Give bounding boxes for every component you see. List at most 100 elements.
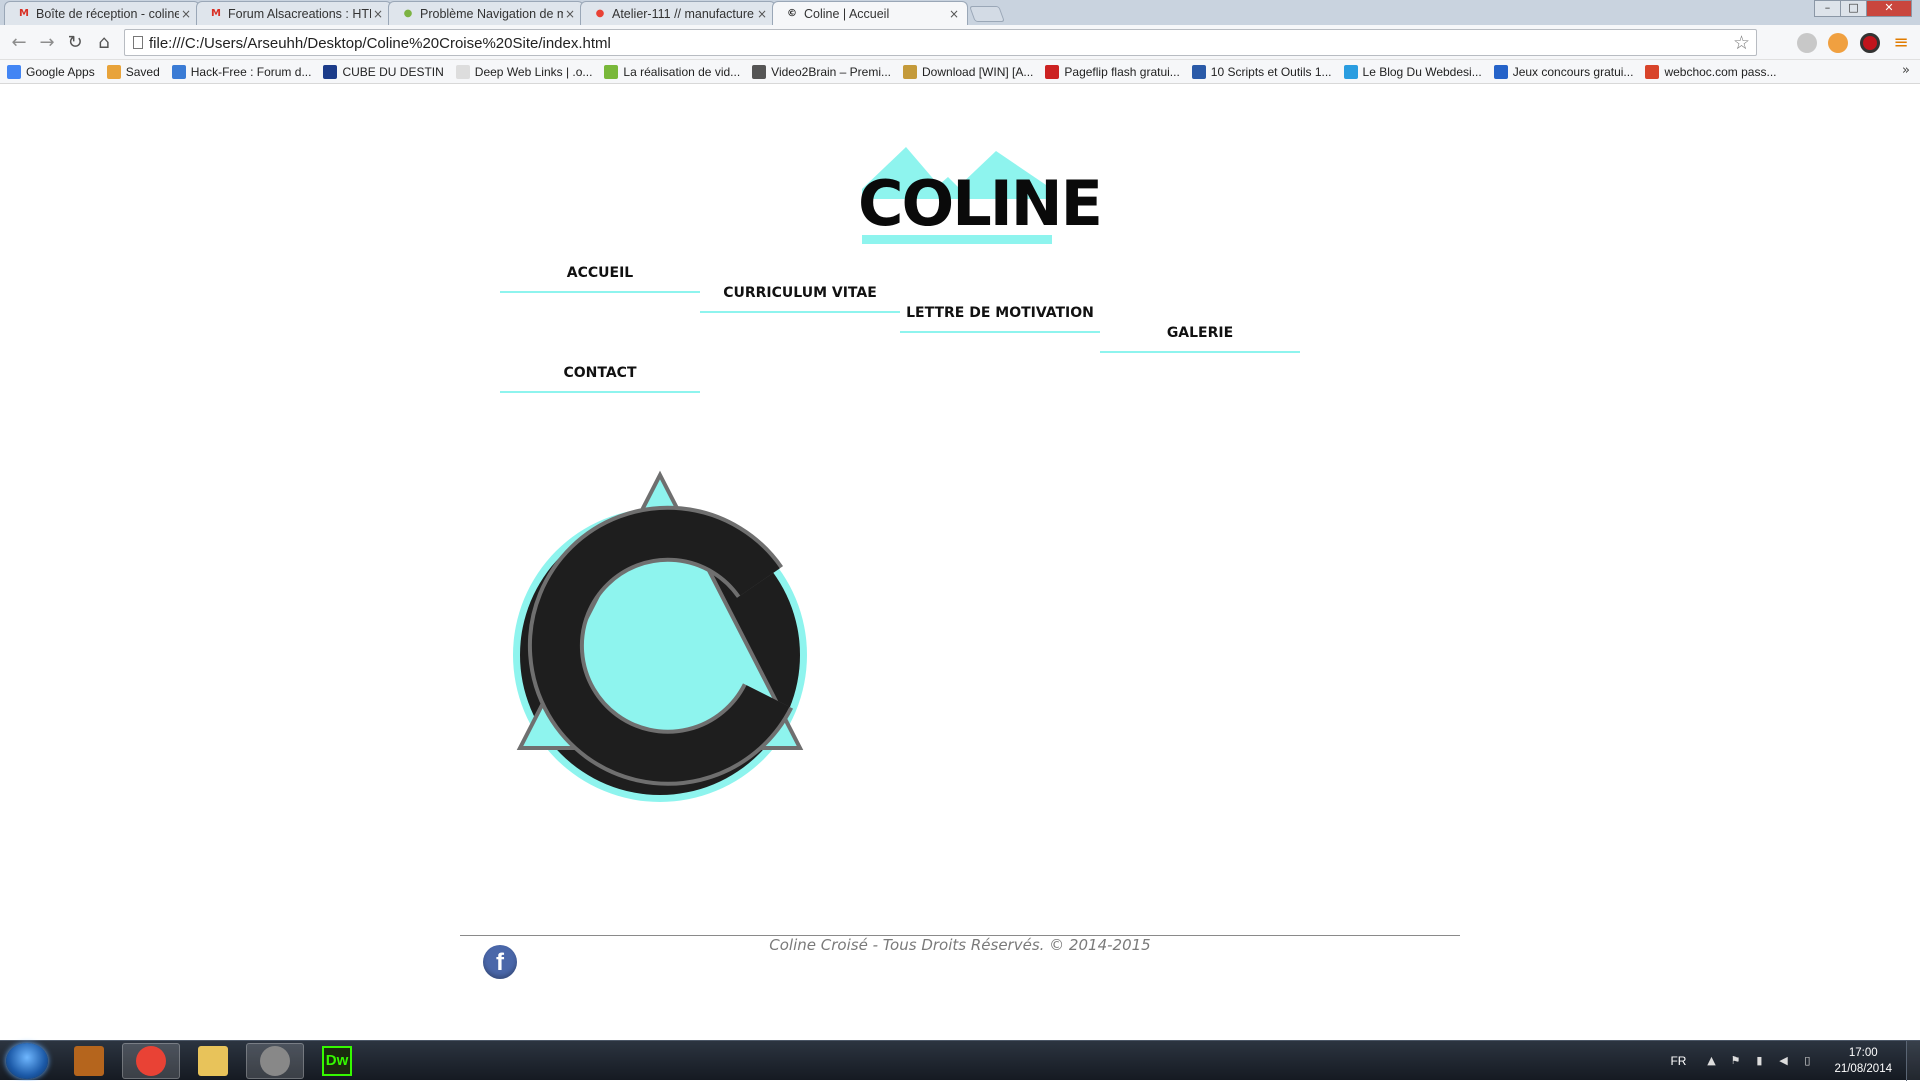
bookmark-item[interactable]: Saved — [106, 64, 160, 79]
show-desktop-button[interactable] — [1906, 1041, 1920, 1081]
facebook-icon[interactable]: f — [483, 945, 517, 979]
bookmark-item[interactable]: Deep Web Links | .o... — [455, 64, 593, 79]
address-bar[interactable]: ☆ — [124, 29, 1757, 56]
bookmark-item[interactable]: Video2Brain – Premi... — [752, 64, 892, 79]
home-button[interactable]: ⌂ — [93, 33, 115, 53]
window-controls: – □ ✕ — [1814, 0, 1912, 17]
tab-2[interactable]: ● Problème Navigation de menu× — [388, 1, 584, 25]
tab-strip: M Boîte de réception - coline × M Forum Alsa… — [0, 0, 1920, 25]
system-tray: FR ▲ ⚑ ▮ ◀ ▯ 17:00 21/08/2014 — [1670, 1041, 1920, 1081]
bookmark-item[interactable]: CUBE DU DESTIN — [323, 64, 444, 79]
tab-0[interactable]: M Boîte de réception - coline × — [4, 1, 200, 25]
record-icon[interactable] — [1860, 33, 1880, 53]
bookmark-item[interactable]: Google Apps — [7, 64, 95, 79]
forward-button[interactable]: → — [36, 33, 58, 53]
bookmark-item[interactable]: webchoc.com pass... — [1645, 64, 1777, 79]
bookmarks-bar: Google Apps Saved Hack-Free : Forum d... CU… — [0, 60, 1920, 84]
coline-icon: © — [787, 8, 797, 19]
clock[interactable]: 17:00 21/08/2014 — [1834, 1045, 1892, 1077]
close-tab-icon[interactable]: × — [563, 7, 577, 21]
tab-1[interactable]: M Forum Alsacreations : HTML × — [196, 1, 392, 25]
site-logo[interactable]: COLINE — [858, 173, 1103, 235]
reload-button[interactable]: ↻ — [64, 33, 86, 53]
tab-4[interactable]: © Coline | Accueil × — [772, 1, 968, 25]
bookmark-label: La réalisation de vid... — [623, 64, 741, 79]
script-icon — [1191, 64, 1206, 79]
bookmark-item[interactable]: Jeux concours gratui... — [1493, 64, 1634, 79]
media-icon — [260, 1046, 290, 1076]
hackfree-icon — [171, 64, 186, 79]
url-input[interactable] — [149, 33, 1709, 53]
bookmark-label: Deep Web Links | .o... — [474, 64, 593, 79]
cube-icon — [323, 64, 338, 79]
clock-time: 17:00 — [1848, 1047, 1878, 1059]
bookmark-label: Pageflip flash gratui... — [1064, 64, 1180, 79]
folder-icon — [198, 1046, 228, 1076]
network-icon[interactable]: ▮ — [1752, 1054, 1766, 1068]
chrome-icon — [136, 1046, 166, 1076]
back-button[interactable]: ← — [8, 33, 30, 53]
bookmark-item[interactable]: 10 Scripts et Outils 1... — [1191, 64, 1332, 79]
shield-icon — [903, 64, 918, 79]
tab-title: Problème Navigation de menu — [420, 6, 563, 21]
tray-expand-icon[interactable]: ▲ — [1704, 1054, 1718, 1068]
nav-lettre-de-motivation[interactable]: LETTRE DE MOTIVATION — [900, 305, 1100, 333]
menu-icon[interactable]: ≡ — [1890, 33, 1912, 53]
taskbar-app-explorer[interactable] — [184, 1043, 242, 1079]
footer-copyright: Coline Croisé - Tous Droits Réservés. © … — [769, 936, 1151, 954]
clock-date: 21/08/2014 — [1834, 1063, 1892, 1075]
tab-title: Boîte de réception - coline — [36, 6, 179, 21]
bookmark-item[interactable]: Download [WIN] [A... — [903, 64, 1033, 79]
rss-icon[interactable] — [1828, 33, 1848, 53]
page-content: COLINE ACCUEIL CURRICULUM VITAE LETTRE D… — [0, 85, 1920, 1040]
bookmark-label: Video2Brain – Premi... — [771, 64, 892, 79]
page-icon — [133, 36, 143, 49]
close-tab-icon[interactable]: × — [755, 7, 769, 21]
tab-title: Coline | Accueil — [804, 6, 890, 21]
bookmark-label: 10 Scripts et Outils 1... — [1210, 64, 1332, 79]
bookmark-label: Le Blog Du Webdesi... — [1362, 64, 1482, 79]
nav-galerie[interactable]: GALERIE — [1100, 325, 1300, 353]
bookmark-item[interactable]: La réalisation de vid... — [604, 64, 741, 79]
bookmark-item[interactable]: Hack-Free : Forum d... — [171, 64, 311, 79]
taskbar-app-media[interactable] — [246, 1043, 304, 1079]
bookmark-label: Jeux concours gratui... — [1512, 64, 1634, 79]
taskbar-app-chrome[interactable] — [122, 1043, 180, 1079]
browser-toolbar: ← → ↻ ⌂ ☆ ≡ — [0, 25, 1920, 60]
close-tab-icon[interactable]: × — [179, 7, 193, 21]
chrome-icon: ● — [595, 8, 605, 19]
tab-3[interactable]: ● Atelier-111 // manufacture × — [580, 1, 776, 25]
close-tab-icon[interactable]: × — [371, 7, 385, 21]
new-tab-button[interactable] — [969, 6, 1005, 22]
game-icon — [74, 1046, 104, 1076]
close-window-button[interactable]: ✕ — [1866, 0, 1912, 17]
start-button[interactable] — [6, 1043, 48, 1079]
close-tab-icon[interactable]: × — [947, 7, 961, 21]
volume-icon[interactable]: ◀ — [1776, 1054, 1790, 1068]
minimize-button[interactable]: – — [1814, 0, 1841, 17]
nav-contact[interactable]: CONTACT — [500, 365, 700, 393]
taskbar-app-dreamweaver[interactable]: Dw — [308, 1043, 366, 1079]
more-bookmarks-icon[interactable]: » — [1902, 63, 1910, 78]
pf-icon — [1045, 64, 1060, 79]
bookmark-item[interactable]: Le Blog Du Webdesi... — [1343, 64, 1482, 79]
maximize-button[interactable]: □ — [1840, 0, 1867, 17]
bookmark-star-icon[interactable]: ☆ — [1733, 32, 1750, 54]
tab-title: Atelier-111 // manufacture — [612, 6, 754, 21]
nav-curriculum-vitae[interactable]: CURRICULUM VITAE — [700, 285, 900, 313]
power-icon[interactable]: ▯ — [1800, 1054, 1814, 1068]
tab-title: Forum Alsacreations : HTML — [228, 6, 371, 21]
taskbar-app-game[interactable] — [60, 1043, 118, 1079]
video-icon — [604, 64, 619, 79]
blog-icon — [1343, 64, 1358, 79]
page-icon — [455, 64, 470, 79]
bookmark-label: CUBE DU DESTIN — [342, 64, 444, 79]
action-center-icon[interactable]: ⚑ — [1728, 1054, 1742, 1068]
language-indicator[interactable]: FR — [1670, 1054, 1686, 1068]
extension-icon[interactable] — [1797, 33, 1817, 53]
nav-accueil[interactable]: ACCUEIL — [500, 265, 700, 293]
jeux-icon — [1493, 64, 1508, 79]
bookmark-item[interactable]: Pageflip flash gratui... — [1045, 64, 1180, 79]
dreamweaver-icon: Dw — [322, 1046, 352, 1076]
bookmark-label: Saved — [125, 64, 160, 79]
